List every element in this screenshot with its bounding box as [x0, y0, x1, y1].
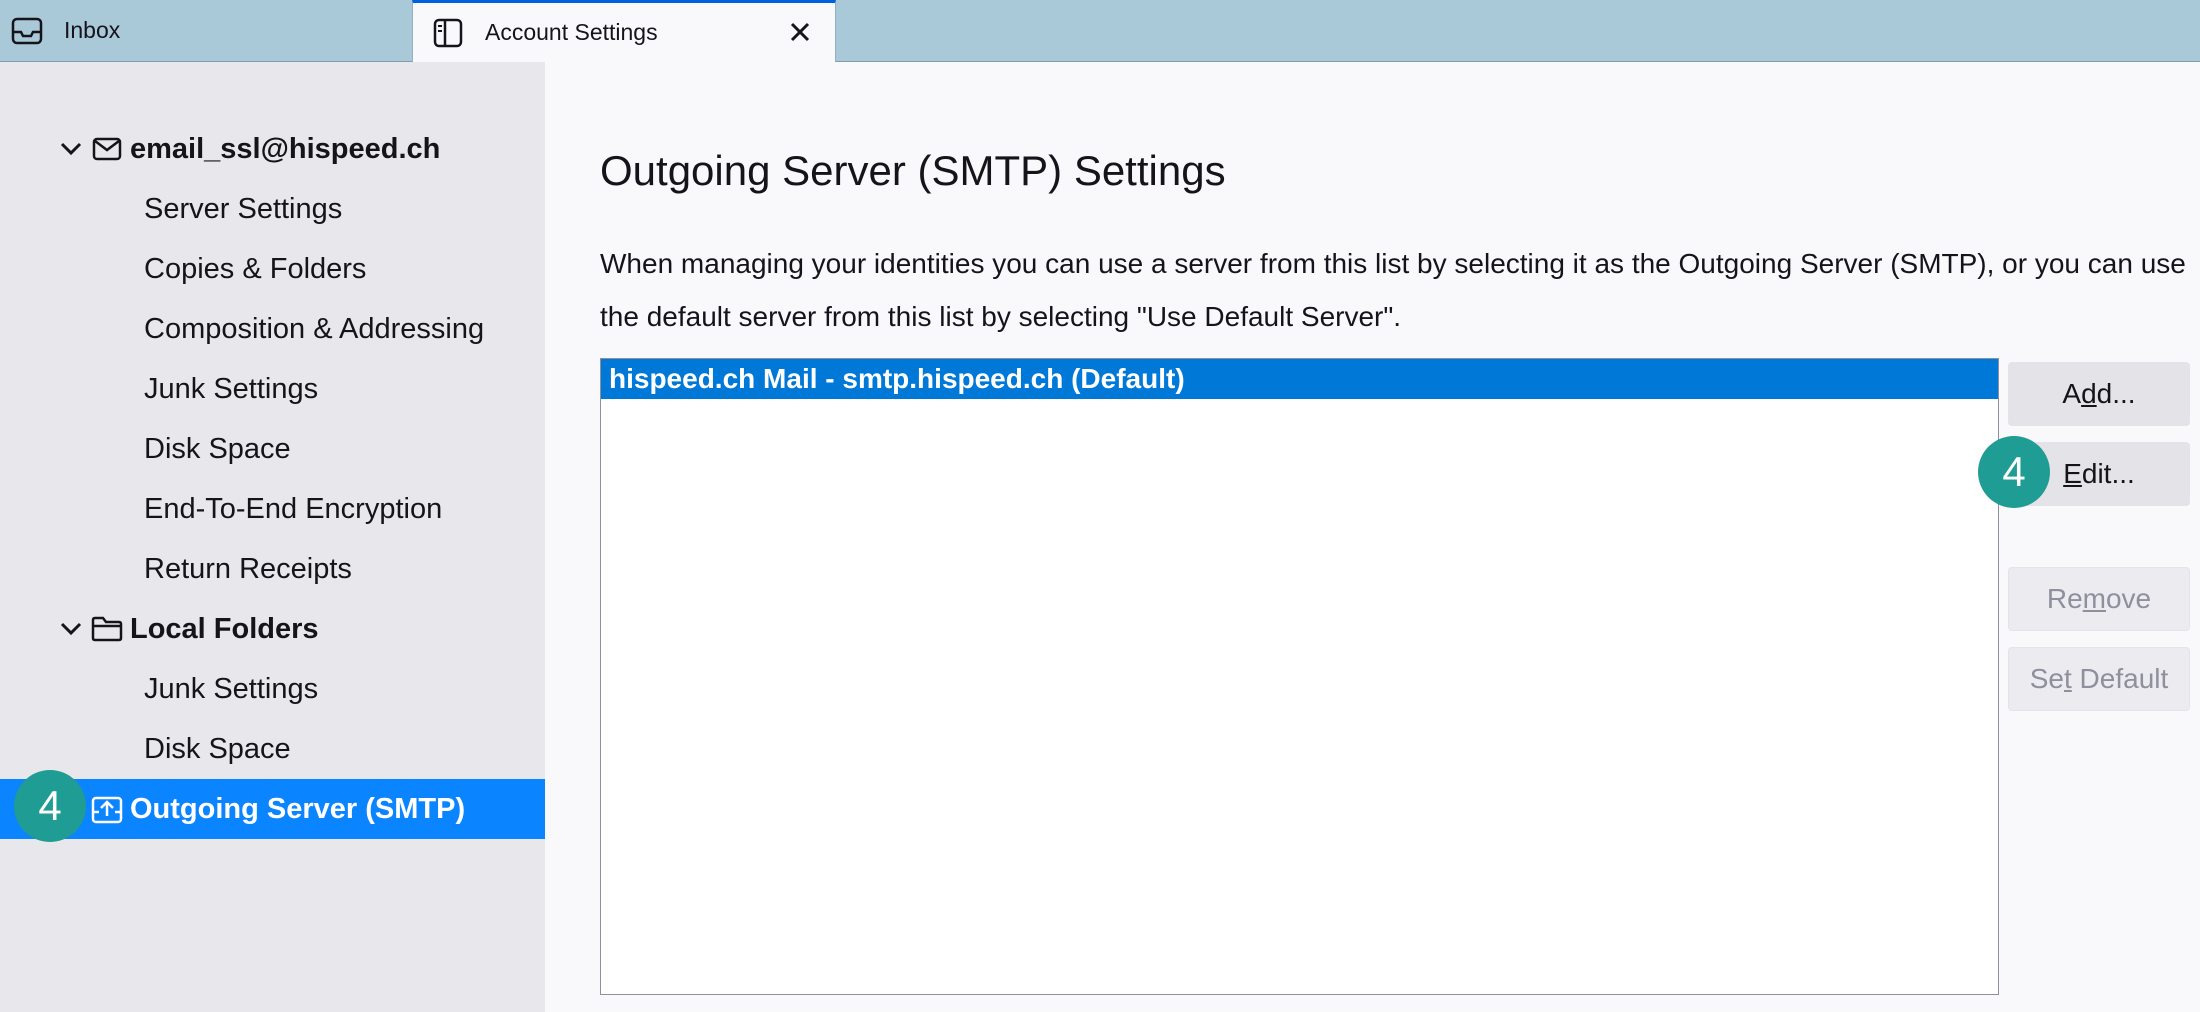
- sidebar-item-server-settings[interactable]: Server Settings: [0, 179, 545, 239]
- sidebar-item-composition[interactable]: Composition & Addressing: [0, 299, 545, 359]
- sidebar-item-label: Disk Space: [144, 432, 291, 465]
- description-text: When managing your identities you can us…: [600, 248, 2186, 332]
- close-icon[interactable]: [785, 17, 815, 47]
- page-title: Outgoing Server (SMTP) Settings: [600, 147, 1226, 194]
- chevron-down-icon[interactable]: [56, 614, 86, 644]
- sidebar-item-label: Composition & Addressing: [144, 312, 485, 345]
- sidebar-item-label: Copies & Folders: [144, 252, 367, 285]
- sidebar-item-e2e-encryption[interactable]: End-To-End Encryption: [0, 479, 545, 539]
- account-tree-sidebar: email_ssl@hispeed.ch Server Settings Cop…: [0, 62, 545, 1012]
- folder-icon: [90, 612, 124, 646]
- inbox-icon: [10, 14, 44, 48]
- main-panel: Outgoing Server (SMTP) Settings When man…: [545, 62, 2200, 1012]
- sidebar-item-label: Server Settings: [144, 192, 343, 225]
- tab-account-settings[interactable]: Account Settings: [412, 0, 836, 62]
- outgoing-server-icon: [90, 792, 124, 826]
- sidebar-item-label: Junk Settings: [144, 672, 319, 705]
- sidebar-item-copies-folders[interactable]: Copies & Folders: [0, 239, 545, 299]
- account-label: email_ssl@hispeed.ch: [130, 132, 441, 165]
- account-email-ssl[interactable]: email_ssl@hispeed.ch: [0, 119, 545, 179]
- sidebar-item-label: Disk Space: [144, 732, 291, 765]
- remove-button[interactable]: Remove: [2008, 567, 2190, 631]
- chevron-down-icon[interactable]: [56, 134, 86, 164]
- envelope-icon: [90, 132, 124, 166]
- sidebar-item-local-disk-space[interactable]: Disk Space: [0, 719, 545, 779]
- sidebar-item-label: End-To-End Encryption: [144, 492, 443, 525]
- tab-label: Account Settings: [485, 19, 658, 45]
- callout-badge: 4: [14, 770, 86, 842]
- tab-inbox[interactable]: Inbox: [0, 0, 412, 61]
- account-local-folders[interactable]: Local Folders: [0, 599, 545, 659]
- sidebar-item-return-receipts[interactable]: Return Receipts: [0, 539, 545, 599]
- server-label: hispeed.ch Mail - smtp.hispeed.ch (Defau…: [609, 363, 1185, 394]
- sidebar-item-label: Outgoing Server (SMTP): [130, 792, 466, 825]
- list-item[interactable]: hispeed.ch Mail - smtp.hispeed.ch (Defau…: [601, 359, 1998, 399]
- set-default-button[interactable]: Set Default: [2008, 647, 2190, 711]
- tab-label: Inbox: [64, 17, 121, 43]
- sidebar-item-label: Return Receipts: [144, 552, 352, 585]
- add-button[interactable]: Add...: [2008, 362, 2190, 426]
- tab-bar: Inbox Account Settings: [0, 0, 2200, 62]
- account-settings-icon: [431, 16, 465, 50]
- sidebar-item-disk-space[interactable]: Disk Space: [0, 419, 545, 479]
- callout-badge: 4: [1978, 436, 2050, 508]
- account-label: Local Folders: [130, 612, 319, 645]
- sidebar-item-label: Junk Settings: [144, 372, 319, 405]
- smtp-server-list[interactable]: hispeed.ch Mail - smtp.hispeed.ch (Defau…: [600, 358, 1999, 995]
- sidebar-item-junk-settings[interactable]: Junk Settings: [0, 359, 545, 419]
- sidebar-item-local-junk-settings[interactable]: Junk Settings: [0, 659, 545, 719]
